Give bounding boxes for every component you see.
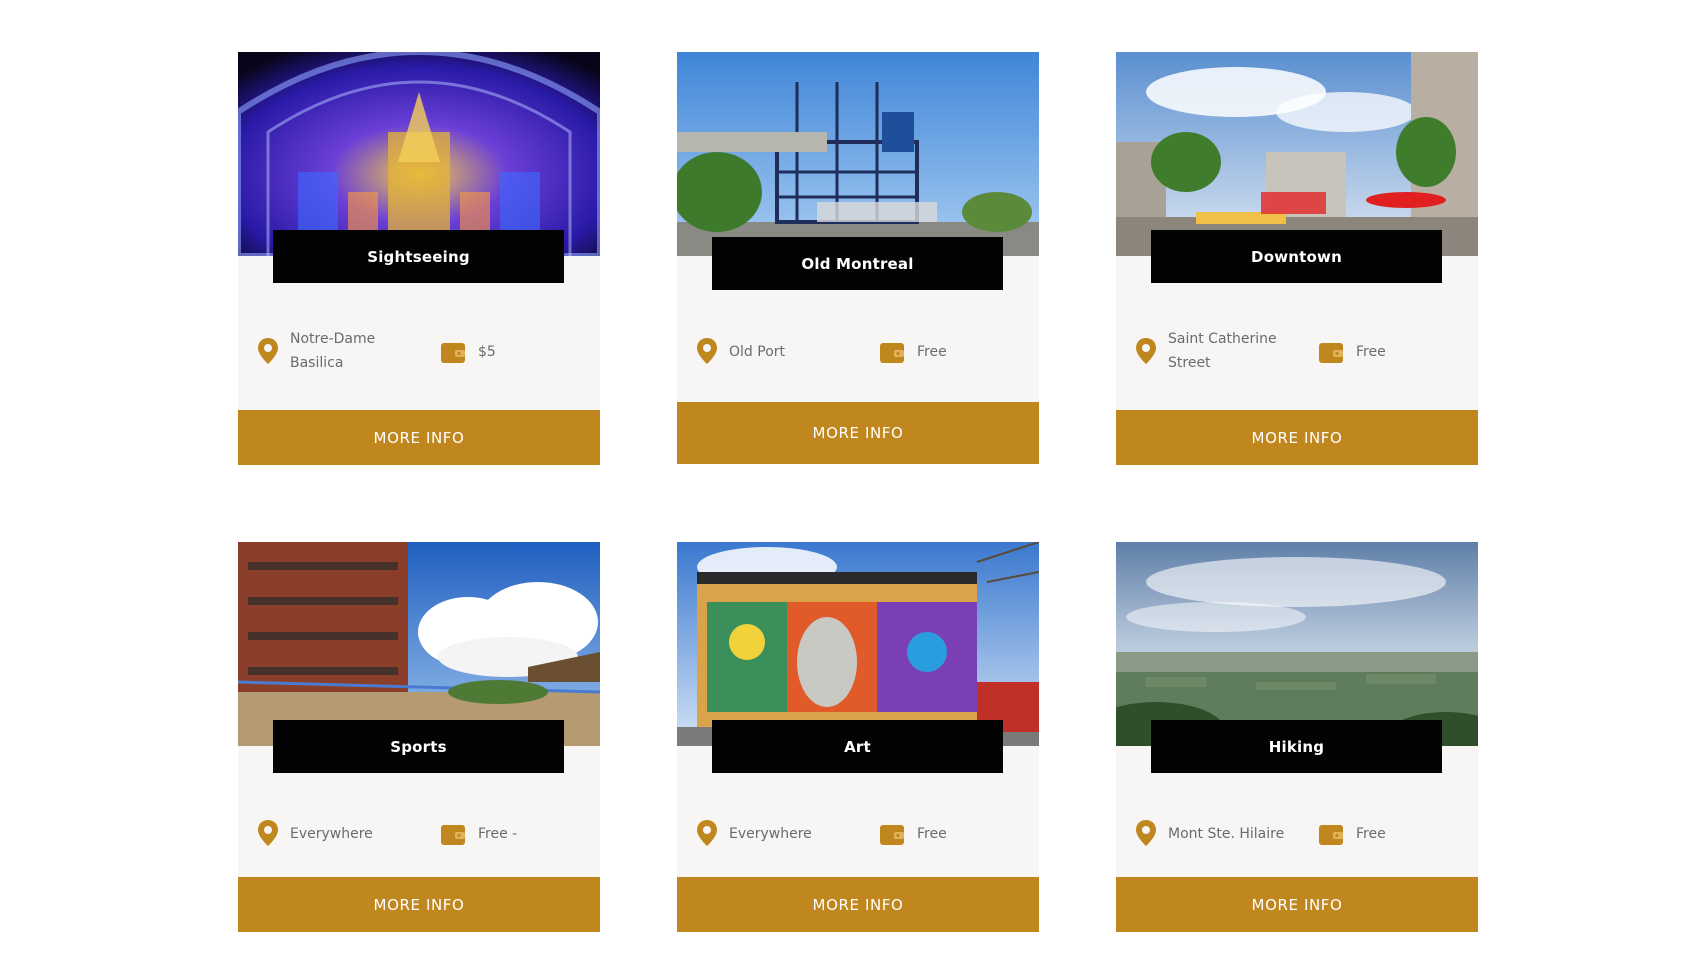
card-title: Old Montreal bbox=[712, 237, 1003, 290]
card-title: Downtown bbox=[1151, 230, 1442, 283]
activity-card-sightseeing: Sightseeing Notre-Dame Basilica $5 MORE … bbox=[238, 52, 600, 465]
card-info: Everywhere Free - bbox=[238, 804, 600, 864]
more-info-button[interactable]: MORE INFO bbox=[677, 402, 1039, 464]
location-text: Mont Ste. Hilaire bbox=[1168, 826, 1285, 842]
map-pin-icon bbox=[697, 820, 717, 846]
old-port-photo bbox=[677, 52, 1039, 256]
card-info: Mont Ste. Hilaire Free bbox=[1116, 804, 1478, 864]
card-title: Art bbox=[712, 720, 1003, 773]
mountain-view-photo bbox=[1116, 542, 1478, 746]
card-image bbox=[1116, 542, 1478, 746]
map-pin-icon bbox=[258, 820, 278, 846]
map-pin-icon bbox=[1136, 338, 1156, 364]
card-info: Notre-Dame Basilica $5 bbox=[238, 322, 600, 382]
downtown-street-photo bbox=[1116, 52, 1478, 256]
wallet-icon bbox=[1319, 825, 1343, 845]
map-pin-icon bbox=[697, 338, 717, 364]
map-pin-icon bbox=[258, 338, 278, 364]
card-image bbox=[238, 52, 600, 256]
more-info-button[interactable]: MORE INFO bbox=[1116, 410, 1478, 465]
activity-card-hiking: Hiking Mont Ste. Hilaire Free MORE INFO bbox=[1116, 542, 1478, 932]
card-info: Everywhere Free bbox=[677, 804, 1039, 864]
price-text: Free bbox=[1356, 344, 1386, 360]
wallet-icon bbox=[441, 343, 465, 363]
map-pin-icon bbox=[1136, 820, 1156, 846]
card-title: Hiking bbox=[1151, 720, 1442, 773]
mural-building-photo bbox=[677, 542, 1039, 746]
card-image bbox=[1116, 52, 1478, 256]
wallet-icon bbox=[1319, 343, 1343, 363]
location-text: Everywhere bbox=[290, 826, 373, 842]
wallet-icon bbox=[880, 825, 904, 845]
price-text: Free bbox=[917, 826, 947, 842]
basilica-photo bbox=[238, 52, 600, 256]
card-info: Old Port Free bbox=[677, 322, 1039, 382]
activity-card-sports: Sports Everywhere Free - MORE INFO bbox=[238, 542, 600, 932]
card-image bbox=[677, 542, 1039, 746]
wallet-icon bbox=[441, 825, 465, 845]
more-info-button[interactable]: MORE INFO bbox=[677, 877, 1039, 932]
location-text: Notre-Dame Basilica bbox=[290, 331, 376, 371]
volleyball-court-photo bbox=[238, 542, 600, 746]
activity-card-art: Art Everywhere Free MORE INFO bbox=[677, 542, 1039, 932]
card-image bbox=[677, 52, 1039, 256]
location-text: Old Port bbox=[729, 344, 785, 360]
activity-card-old-montreal: Old Montreal Old Port Free MORE INFO bbox=[677, 52, 1039, 464]
card-image bbox=[238, 542, 600, 746]
card-title: Sightseeing bbox=[273, 230, 564, 283]
activity-card-downtown: Downtown Saint Catherine Street Free MOR… bbox=[1116, 52, 1478, 465]
more-info-button[interactable]: MORE INFO bbox=[238, 410, 600, 465]
price-text: Free - bbox=[478, 826, 518, 842]
wallet-icon bbox=[880, 343, 904, 363]
card-info: Saint Catherine Street Free bbox=[1116, 322, 1478, 382]
more-info-button[interactable]: MORE INFO bbox=[1116, 877, 1478, 932]
price-text: Free bbox=[1356, 826, 1386, 842]
location-text: Everywhere bbox=[729, 826, 812, 842]
card-title: Sports bbox=[273, 720, 564, 773]
price-text: Free bbox=[917, 344, 947, 360]
location-text: Saint Catherine Street bbox=[1168, 331, 1277, 371]
more-info-button[interactable]: MORE INFO bbox=[238, 877, 600, 932]
price-text: $5 bbox=[478, 344, 496, 360]
